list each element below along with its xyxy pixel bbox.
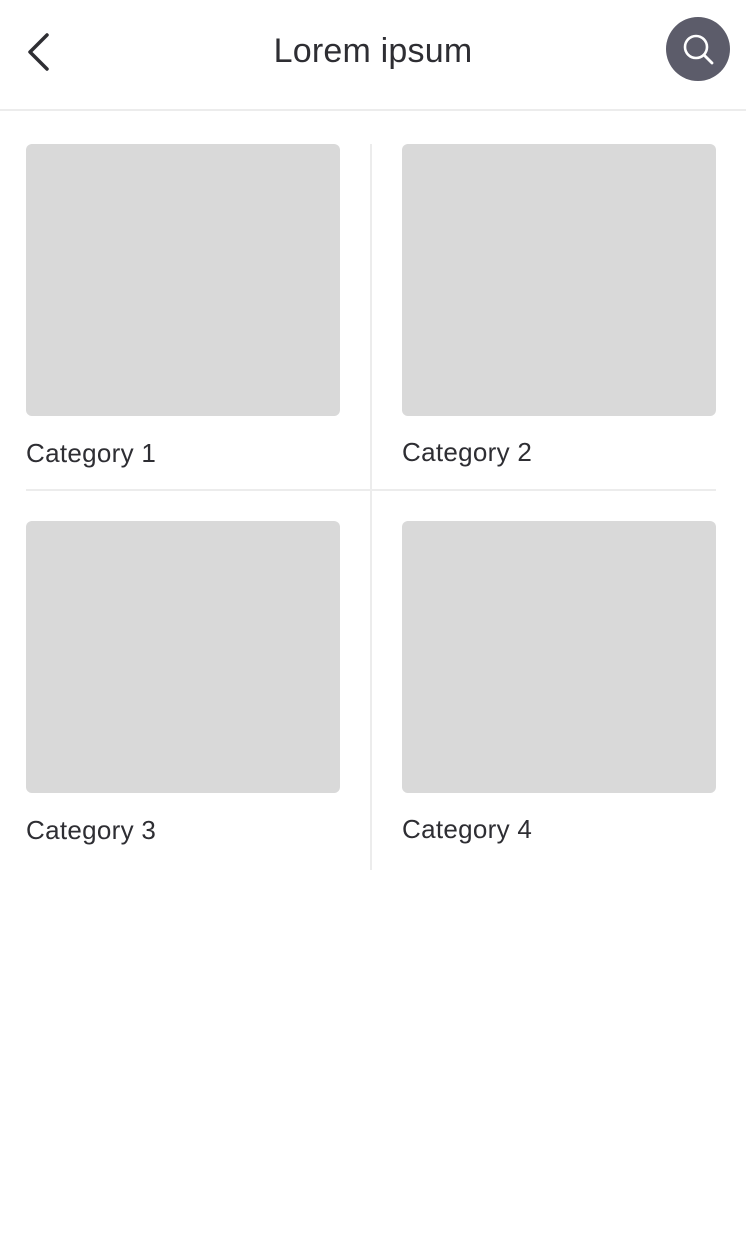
row-divider (26, 489, 716, 491)
category-image (402, 144, 716, 416)
category-tile-2[interactable]: Category 2 (402, 144, 716, 469)
category-tile-1[interactable]: Category 1 (26, 144, 340, 470)
category-label: Category 3 (26, 815, 157, 845)
app-screen: Lorem ipsum Category 1 Category 2 Catego… (0, 0, 746, 1253)
category-tile-4[interactable]: Category 4 (402, 521, 716, 846)
page-title: Lorem ipsum (273, 32, 473, 70)
category-label: Category 1 (26, 438, 157, 468)
search-button[interactable] (666, 17, 730, 81)
search-icon (683, 34, 714, 65)
category-image (26, 521, 340, 793)
top-app-bar: Lorem ipsum (0, 0, 746, 111)
category-label: Category 2 (402, 437, 533, 467)
column-divider (370, 144, 372, 870)
category-tile-3[interactable]: Category 3 (26, 521, 340, 847)
category-label: Category 4 (402, 814, 533, 844)
category-image (402, 521, 716, 793)
category-image (26, 144, 340, 416)
